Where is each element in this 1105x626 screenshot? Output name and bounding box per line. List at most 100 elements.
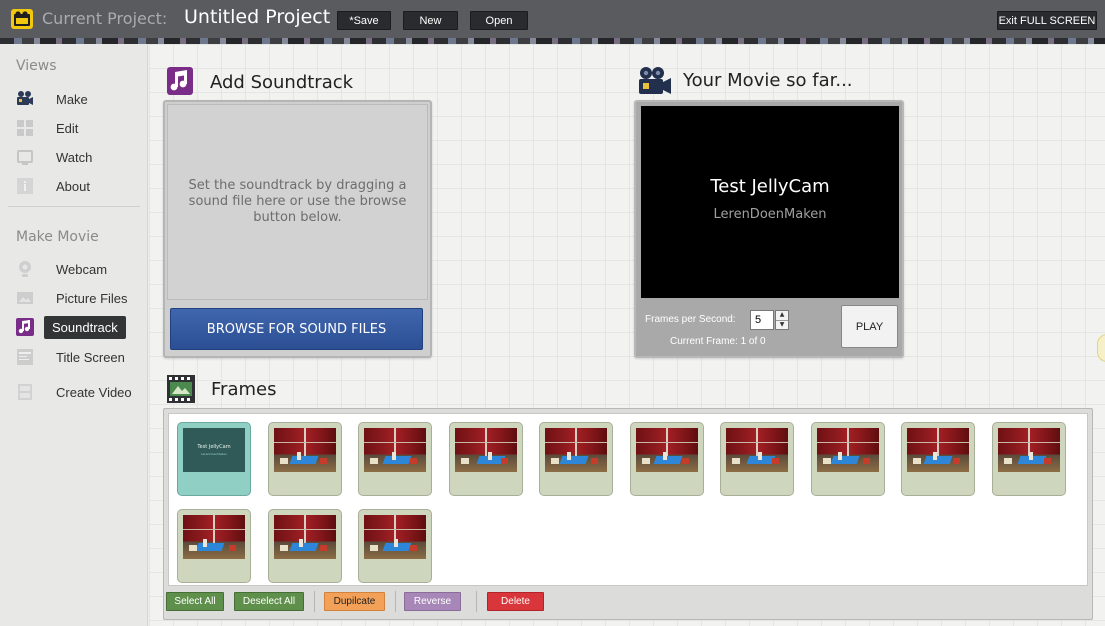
frame-image: [454, 428, 517, 472]
fps-stepper[interactable]: ▲ ▼: [775, 310, 789, 330]
side-scroll-handle[interactable]: [1097, 334, 1105, 362]
frames-list[interactable]: Test JellyCam LerenDoenMaken: [168, 413, 1088, 586]
photo-detail: [487, 452, 492, 460]
photo-detail: [559, 456, 589, 464]
divider: [476, 591, 477, 612]
photo-detail: [273, 442, 336, 443]
photo-detail: [732, 458, 740, 464]
photo-detail: [997, 442, 1060, 443]
photo-detail: [641, 458, 650, 464]
photo-detail: [289, 543, 318, 551]
frame-thumbnail[interactable]: [629, 422, 704, 496]
photo-detail: [382, 456, 412, 464]
views-heading: Views: [16, 58, 57, 74]
frame-image: [726, 428, 788, 472]
soundtrack-panel: Set the soundtrack by dragging a sound f…: [163, 100, 432, 358]
stop-motion-photo: [364, 428, 426, 472]
photo-detail: [370, 458, 378, 464]
save-button[interactable]: *Save: [337, 11, 391, 30]
photo-detail: [319, 545, 327, 551]
sidebar-item-edit[interactable]: Edit: [16, 116, 140, 140]
photo-detail: [203, 539, 207, 547]
frame-thumbnail[interactable]: [720, 422, 794, 496]
photo-detail: [933, 452, 937, 460]
camera-icon: [16, 90, 34, 108]
sidebar-item-label: Soundtrack: [44, 315, 126, 339]
sound-drop-instructions: Set the soundtrack by dragging a sound f…: [188, 178, 407, 225]
photo-detail: [364, 442, 426, 443]
movie-camera-icon: [637, 66, 673, 99]
photo-detail: [591, 458, 598, 464]
sidebar-item-title-screen[interactable]: Title Screen: [16, 345, 140, 369]
frame-image: [997, 428, 1060, 472]
photo-detail: [303, 515, 306, 545]
photo-detail: [551, 458, 559, 464]
sidebar-item-watch[interactable]: Watch: [16, 145, 140, 169]
sidebar-item-label: Webcam: [56, 261, 108, 277]
exit-fullscreen-button[interactable]: Exit FULL SCREEN: [997, 11, 1097, 30]
frame-thumbnail[interactable]: [358, 422, 432, 496]
photo-detail: [213, 515, 215, 545]
duplicate-button[interactable]: Dupilcate: [324, 592, 385, 611]
title-card-subtitle: LerenDoenMaken: [200, 452, 228, 456]
title-card-title: Test JellyCam: [197, 444, 231, 450]
frame-image: [635, 428, 698, 472]
photo-detail: [830, 456, 859, 464]
delete-button[interactable]: Delete: [487, 592, 544, 611]
frame-thumbnail[interactable]: [991, 422, 1066, 496]
title-card-preview: Test JellyCam LerenDoenMaken: [183, 428, 245, 472]
photo-detail: [279, 458, 288, 464]
photo-detail: [923, 456, 953, 464]
frame-thumbnail[interactable]: [448, 422, 523, 496]
photo-detail: [653, 456, 682, 464]
new-button[interactable]: New: [403, 11, 458, 30]
photo-detail: [1028, 452, 1033, 460]
fps-input[interactable]: 5: [750, 310, 774, 330]
photo-detail: [545, 442, 607, 443]
sidebar-item-label: Title Screen: [56, 349, 125, 365]
sidebar-item-label: Create Video: [56, 384, 132, 400]
photo-detail: [937, 428, 939, 458]
sidebar-item-picture-files[interactable]: Picture Files: [16, 286, 140, 310]
sound-drop-zone[interactable]: Set the soundtrack by dragging a sound f…: [167, 104, 428, 300]
frame-image: [273, 428, 336, 472]
movie-screen[interactable]: Test JellyCam LerenDoenMaken: [641, 106, 899, 298]
sidebar-item-soundtrack[interactable]: Soundtrack: [16, 315, 140, 339]
browse-sound-files-button[interactable]: BROWSE FOR SOUND FILES: [170, 308, 423, 350]
stepper-down-icon[interactable]: ▼: [776, 319, 788, 330]
reverse-button[interactable]: Reverse: [404, 592, 461, 611]
frames-panel: Test JellyCam LerenDoenMaken Select All D…: [163, 408, 1093, 620]
frame-title-card[interactable]: Test JellyCam LerenDoenMaken: [177, 422, 251, 496]
photo-detail: [758, 452, 762, 460]
sidebar-item-label: Make: [56, 91, 88, 107]
frame-image: [816, 428, 879, 472]
photo-detail: [816, 442, 879, 443]
sidebar-item-make[interactable]: Make: [16, 87, 140, 111]
frame-thumbnail[interactable]: [267, 422, 342, 496]
deselect-all-button[interactable]: Deselect All: [234, 592, 304, 611]
sidebar-item-about[interactable]: About: [16, 174, 140, 198]
frame-image: [545, 428, 607, 472]
soundtrack-title: Add Soundtrack: [210, 72, 354, 93]
frame-thumbnail[interactable]: [901, 422, 975, 496]
make-movie-heading: Make Movie: [16, 229, 99, 245]
current-project-label: Current Project:: [42, 9, 168, 28]
photo-detail: [394, 539, 398, 547]
movie-preview-panel: Test JellyCam LerenDoenMaken Frames per …: [634, 100, 904, 358]
select-all-button[interactable]: Select All: [166, 592, 224, 611]
photo-detail: [183, 529, 245, 530]
photo-detail: [953, 458, 960, 464]
project-name[interactable]: Untitled Project: [184, 6, 330, 28]
frame-thumbnail[interactable]: [267, 509, 342, 583]
open-button[interactable]: Open: [470, 11, 528, 30]
frame-thumbnail[interactable]: [539, 422, 613, 496]
play-button[interactable]: PLAY: [841, 305, 898, 348]
sidebar-item-create-video[interactable]: Create Video: [16, 380, 140, 404]
frame-thumbnail[interactable]: [810, 422, 885, 496]
frame-thumbnail[interactable]: [358, 509, 432, 583]
sidebar-item-webcam[interactable]: Webcam: [16, 257, 140, 281]
photo-detail: [364, 529, 426, 530]
frame-thumbnail[interactable]: [177, 509, 251, 583]
stepper-up-icon[interactable]: ▲: [776, 311, 788, 320]
stop-motion-photo: [907, 428, 969, 472]
